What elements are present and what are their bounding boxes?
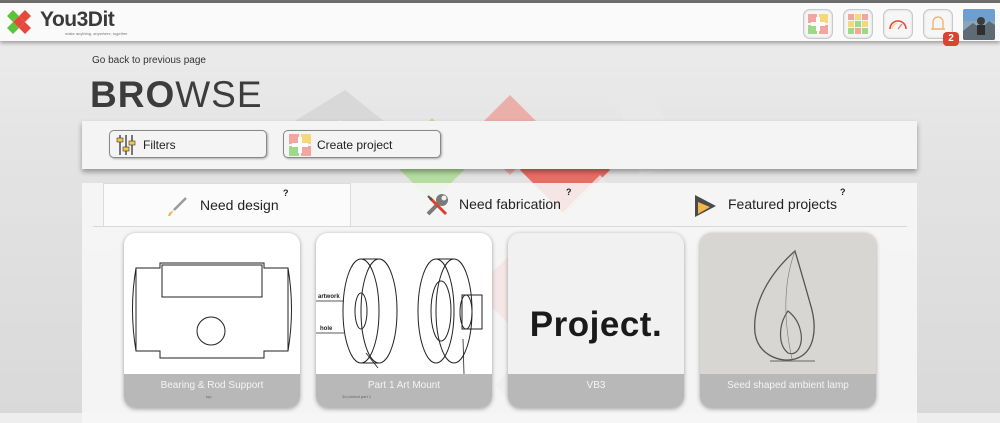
plus-tile-icon	[289, 134, 311, 156]
card-caption: Bearing & Rod Support top	[124, 374, 300, 408]
card-caption: Seed shaped ambient lamp	[700, 374, 876, 408]
page-title-bold: BRO	[90, 74, 176, 115]
project-thumbnail	[700, 233, 876, 374]
tab-need-fabrication[interactable]: Need fabrication ?	[352, 183, 632, 227]
gauge-icon	[889, 20, 907, 30]
project-image-text: Project.	[529, 305, 663, 344]
tab-label: Need design	[200, 197, 279, 213]
help-icon[interactable]: ?	[840, 187, 846, 197]
create-project-button[interactable]: Create project	[283, 130, 441, 158]
project-card[interactable]: Seed shaped ambient lamp	[700, 233, 876, 408]
create-project-header-button[interactable]	[803, 9, 833, 39]
page-title: BROWSE	[90, 74, 263, 116]
browse-grid-button[interactable]	[843, 9, 873, 39]
back-link[interactable]: Go back to previous page	[92, 55, 206, 66]
hole-label: hole	[320, 326, 333, 332]
play-triangle-icon	[695, 195, 716, 217]
project-thumbnail: artwork hole	[316, 258, 483, 375]
tab-need-design[interactable]: Need design ?	[103, 183, 351, 227]
card-title: Bearing & Rod Support	[160, 380, 264, 391]
logo-mark-icon[interactable]	[5, 8, 33, 36]
filters-button[interactable]: Filters	[109, 130, 267, 158]
card-caption: VB3	[508, 374, 684, 408]
bell-icon	[931, 16, 945, 30]
tab-label: Need fabrication	[459, 196, 561, 212]
plus-tile-icon	[808, 14, 828, 34]
logo-tagline: make anything, anywhere, together	[65, 31, 128, 36]
logo-text[interactable]: You3Dit	[40, 8, 115, 32]
card-subtitle: top	[206, 394, 212, 399]
create-project-label: Create project	[317, 138, 393, 152]
card-title: Part 1 Art Mount	[367, 380, 441, 391]
project-card[interactable]: Project. VB3	[508, 233, 684, 408]
filters-label: Filters	[143, 138, 176, 152]
card-caption: Part 1 Art Mount 3d printed part 1	[316, 374, 492, 408]
tab-featured-projects[interactable]: Featured projects ?	[632, 183, 902, 227]
project-card[interactable]: Bearing & Rod Support top	[124, 233, 300, 408]
browse-toolbar: Filters Create project	[82, 121, 917, 169]
tab-label: Featured projects	[728, 196, 837, 212]
dashboard-gauge-button[interactable]	[883, 9, 913, 39]
notification-badge: 2	[943, 32, 959, 46]
tab-divider	[93, 226, 907, 227]
project-thumbnail	[132, 262, 292, 359]
grid-icon	[848, 14, 868, 34]
artwork-label: artwork	[318, 294, 340, 300]
avatar-photo-icon	[963, 9, 995, 40]
wrench-screwdriver-icon	[426, 194, 448, 216]
sliders-icon	[116, 135, 136, 155]
user-avatar[interactable]	[963, 9, 995, 40]
help-icon[interactable]: ?	[566, 187, 572, 197]
paintbrush-icon	[168, 197, 187, 216]
card-title: Seed shaped ambient lamp	[727, 380, 849, 391]
app-header: You3Dit make anything, anywhere, togethe…	[0, 3, 1000, 41]
project-card[interactable]: artwork hole Part 1 Art Mount 3d printed…	[316, 233, 492, 408]
page-title-light: WSE	[175, 74, 263, 115]
help-icon[interactable]: ?	[283, 188, 289, 198]
card-subtitle: 3d printed part 1	[342, 394, 372, 399]
card-title: VB3	[586, 380, 606, 391]
